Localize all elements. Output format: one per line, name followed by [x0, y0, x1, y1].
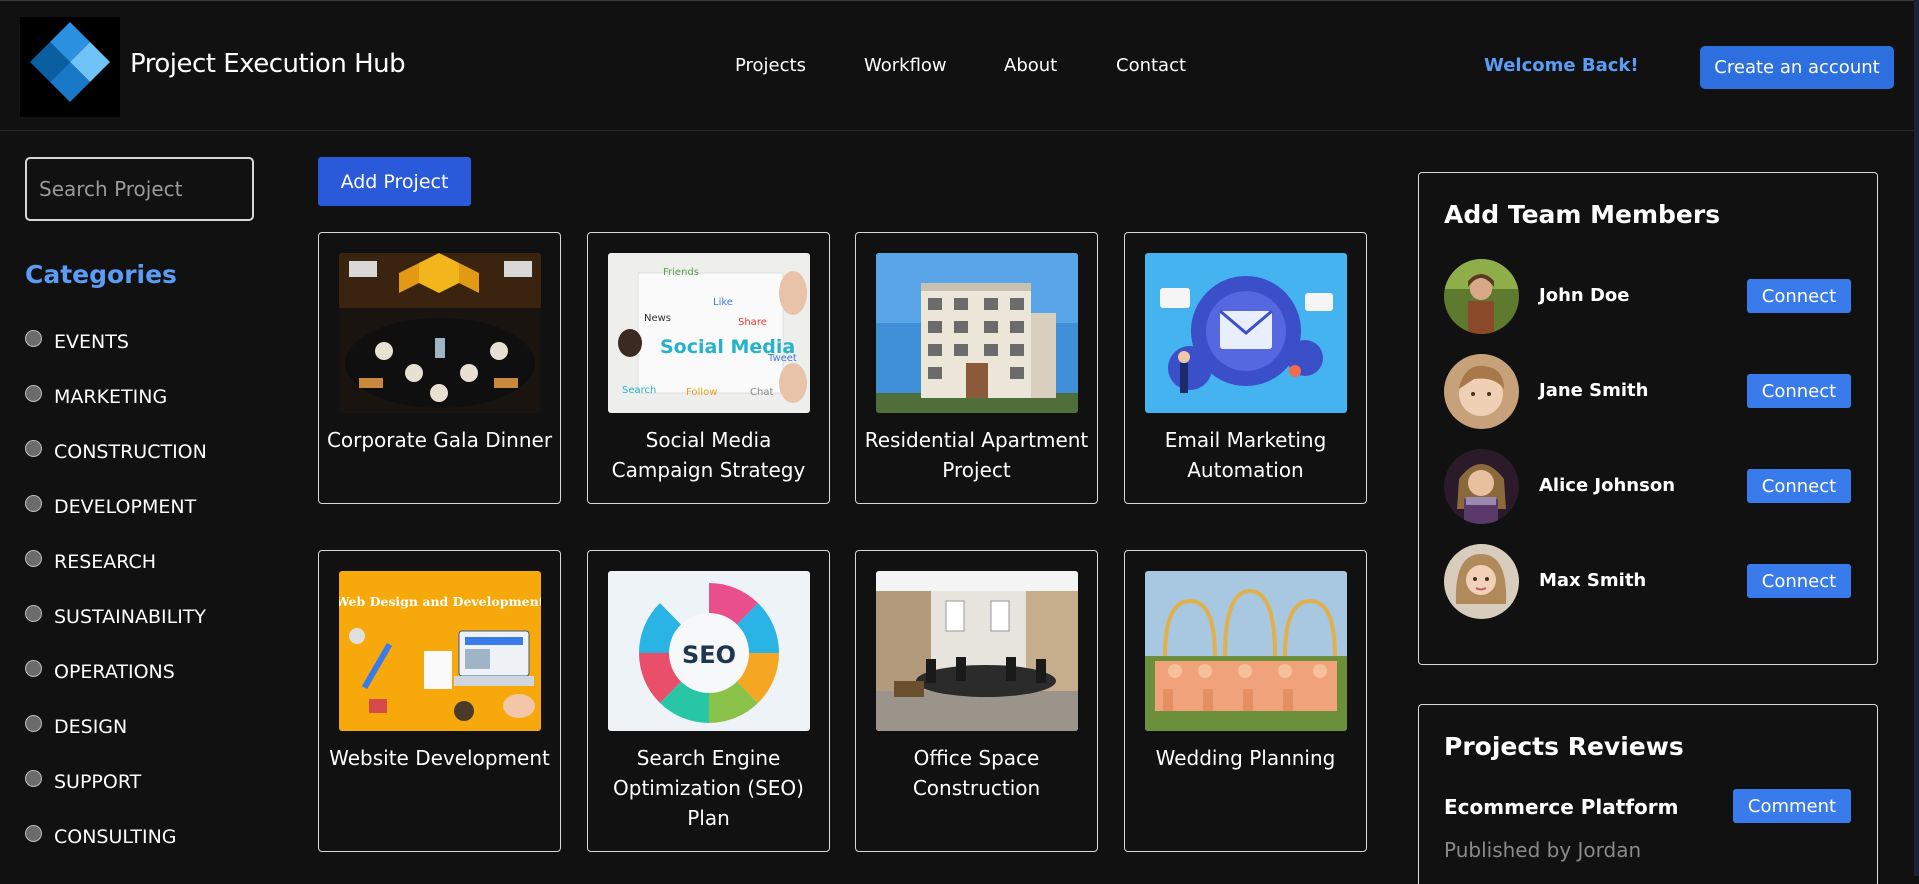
review-author: Published by Jordan — [1444, 838, 1642, 862]
scrollbar-edge — [1914, 0, 1919, 876]
search-project-input[interactable] — [25, 157, 254, 221]
logo-diamonds-icon — [20, 17, 120, 117]
project-title: Website Development — [329, 746, 550, 770]
project-title: Email Marketing Automation — [1164, 428, 1327, 482]
project-image — [876, 253, 1078, 413]
radio-icon[interactable] — [25, 769, 42, 787]
connect-button[interactable]: Connect — [1747, 279, 1851, 313]
member-name: Max Smith — [1539, 570, 1647, 591]
svg-text:Tweet: Tweet — [767, 353, 797, 364]
category-research[interactable]: RESEARCH — [25, 549, 157, 574]
category-label: SUSTAINABILITY — [54, 606, 207, 628]
nav-workflow[interactable]: Workflow — [864, 55, 947, 76]
radio-icon[interactable] — [25, 659, 42, 677]
category-label: CONSULTING — [54, 826, 177, 848]
project-image — [339, 253, 541, 413]
nav-contact[interactable]: Contact — [1116, 55, 1186, 76]
project-card[interactable]: Web Design and Development Website Devel… — [318, 550, 561, 852]
category-label: MARKETING — [54, 386, 168, 408]
project-title: Residential Apartment Project — [864, 428, 1089, 482]
svg-text:Follow: Follow — [686, 387, 717, 398]
avatar — [1444, 544, 1519, 619]
member-name: Alice Johnson — [1539, 475, 1676, 496]
add-team-members-panel: Add Team Members John Doe Connect Jane S… — [1418, 172, 1878, 665]
svg-text:Search: Search — [622, 385, 656, 396]
project-title: Wedding Planning — [1155, 746, 1336, 770]
svg-text:Like: Like — [713, 297, 733, 308]
category-label: EVENTS — [54, 331, 129, 353]
nav-projects[interactable]: Projects — [735, 55, 806, 76]
radio-icon[interactable] — [25, 604, 42, 622]
project-title: Office Space Construction — [912, 746, 1041, 800]
radio-icon[interactable] — [25, 329, 42, 347]
radio-icon[interactable] — [25, 384, 42, 402]
app-title: Project Execution Hub — [130, 49, 406, 79]
nav-about[interactable]: About — [1004, 55, 1057, 76]
connect-button[interactable]: Connect — [1747, 469, 1851, 503]
project-image — [1145, 253, 1347, 413]
app-logo[interactable] — [20, 17, 120, 117]
project-title: Social Media Campaign Strategy — [611, 428, 806, 482]
category-sustainability[interactable]: SUSTAINABILITY — [25, 604, 207, 629]
connect-button[interactable]: Connect — [1747, 564, 1851, 598]
category-construction[interactable]: CONSTRUCTION — [25, 439, 207, 464]
welcome-message: Welcome Back! — [1484, 55, 1639, 76]
project-title: Corporate Gala Dinner — [326, 428, 553, 452]
create-account-button[interactable]: Create an account — [1700, 46, 1894, 89]
category-label: SUPPORT — [54, 771, 142, 793]
category-design[interactable]: DESIGN — [25, 714, 128, 739]
member-name: Jane Smith — [1539, 380, 1649, 401]
radio-icon[interactable] — [25, 714, 42, 732]
connect-button[interactable]: Connect — [1747, 374, 1851, 408]
project-card[interactable]: Wedding Planning — [1124, 550, 1367, 852]
avatar — [1444, 354, 1519, 429]
radio-icon[interactable] — [25, 824, 42, 842]
svg-text:Share: Share — [738, 317, 767, 328]
project-image: SEO — [608, 571, 810, 731]
svg-text:News: News — [644, 313, 671, 324]
svg-text:Chat: Chat — [750, 387, 773, 398]
project-card[interactable]: Social Media Friends News Like Share Twe… — [587, 232, 830, 504]
panel-title: Projects Reviews — [1444, 732, 1684, 761]
category-marketing[interactable]: MARKETING — [25, 384, 168, 409]
radio-icon[interactable] — [25, 439, 42, 457]
radio-icon[interactable] — [25, 549, 42, 567]
image-caption: Web Design and Development — [339, 594, 541, 609]
panel-title: Add Team Members — [1444, 200, 1721, 229]
category-consulting[interactable]: CONSULTING — [25, 824, 177, 849]
categories-heading: Categories — [25, 260, 177, 289]
project-card[interactable]: Email Marketing Automation — [1124, 232, 1367, 504]
avatar — [1444, 449, 1519, 524]
category-development[interactable]: DEVELOPMENT — [25, 494, 197, 519]
image-caption: SEO — [682, 641, 736, 669]
avatar — [1444, 259, 1519, 334]
project-card[interactable]: Office Space Construction — [855, 550, 1098, 852]
project-image — [876, 571, 1078, 731]
category-events[interactable]: EVENTS — [25, 329, 129, 354]
project-title: Search Engine Optimization (SEO) Plan — [613, 746, 804, 830]
category-label: DEVELOPMENT — [54, 496, 197, 518]
comment-button[interactable]: Comment — [1733, 789, 1851, 823]
category-support[interactable]: SUPPORT — [25, 769, 142, 794]
member-name: John Doe — [1539, 285, 1630, 306]
project-card[interactable]: Corporate Gala Dinner — [318, 232, 561, 504]
project-image: Web Design and Development — [339, 571, 541, 731]
project-card[interactable]: Residential Apartment Project — [855, 232, 1098, 504]
project-image: Social Media Friends News Like Share Twe… — [608, 253, 810, 413]
review-project-name: Ecommerce Platform — [1444, 795, 1679, 819]
project-card[interactable]: SEO Search Engine Optimization (SEO) Pla… — [587, 550, 830, 852]
category-label: CONSTRUCTION — [54, 441, 207, 463]
category-label: OPERATIONS — [54, 661, 175, 683]
radio-icon[interactable] — [25, 494, 42, 512]
top-header: Project Execution Hub Projects Workflow … — [0, 0, 1919, 131]
projects-reviews-panel: Projects Reviews Ecommerce Platform Comm… — [1418, 704, 1878, 884]
add-project-button[interactable]: Add Project — [318, 157, 471, 206]
category-label: RESEARCH — [54, 551, 157, 573]
project-image — [1145, 571, 1347, 731]
category-operations[interactable]: OPERATIONS — [25, 659, 175, 684]
category-label: DESIGN — [54, 716, 128, 738]
svg-text:Friends: Friends — [663, 267, 699, 278]
